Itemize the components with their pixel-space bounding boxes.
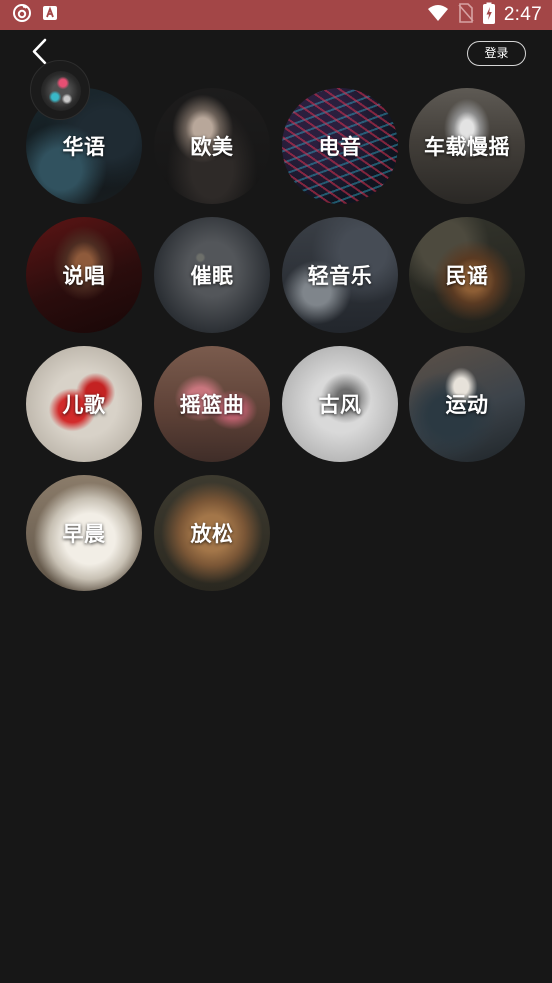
category-erge[interactable]: 儿歌 [26,346,142,462]
category-label: 催眠 [190,264,234,288]
category-label: 摇篮曲 [179,393,245,417]
battery-charging-icon [482,2,495,28]
category-shuochang[interactable]: 说唱 [26,217,142,333]
wifi-icon [427,4,449,26]
category-qingyinyue[interactable]: 轻音乐 [282,217,398,333]
no-sim-icon [458,3,474,27]
category-minyao[interactable]: 民谣 [409,217,525,333]
category-oumei[interactable]: 欧美 [154,88,270,204]
category-label: 民谣 [445,264,489,288]
category-label: 早晨 [62,522,106,546]
status-bar: 2:47 [0,0,552,30]
category-label: 车载慢摇 [424,135,510,159]
netease-cloud-music-icon [12,3,32,27]
category-fangsong[interactable]: 放松 [154,475,270,591]
category-yundong[interactable]: 运动 [409,346,525,462]
category-yaolanqu[interactable]: 摇篮曲 [154,346,270,462]
category-label: 轻音乐 [307,264,373,288]
category-chezai-manyao[interactable]: 车载慢摇 [409,88,525,204]
category-label: 说唱 [62,264,106,288]
status-bar-left [12,4,58,26]
category-label: 放松 [190,522,234,546]
category-label: 古风 [318,393,362,417]
album-art [41,71,81,111]
category-label: 运动 [445,393,489,417]
category-label: 欧美 [190,135,234,159]
category-cuimian[interactable]: 催眠 [154,217,270,333]
screen: 2:47 登录 华语 欧美 电音 车载慢摇 说唱 催眠 轻音乐 民谣 儿歌 摇篮… [0,0,552,983]
login-button[interactable]: 登录 [467,41,526,66]
category-zaochen[interactable]: 早晨 [26,475,142,591]
category-gufeng[interactable]: 古风 [282,346,398,462]
category-label: 儿歌 [62,393,106,417]
status-time: 2:47 [503,4,542,25]
category-label: 电音 [318,135,362,159]
category-dianyin[interactable]: 电音 [282,88,398,204]
now-playing-disc[interactable] [30,60,90,120]
app-store-icon [42,5,58,25]
status-bar-right: 2:47 [427,0,542,30]
